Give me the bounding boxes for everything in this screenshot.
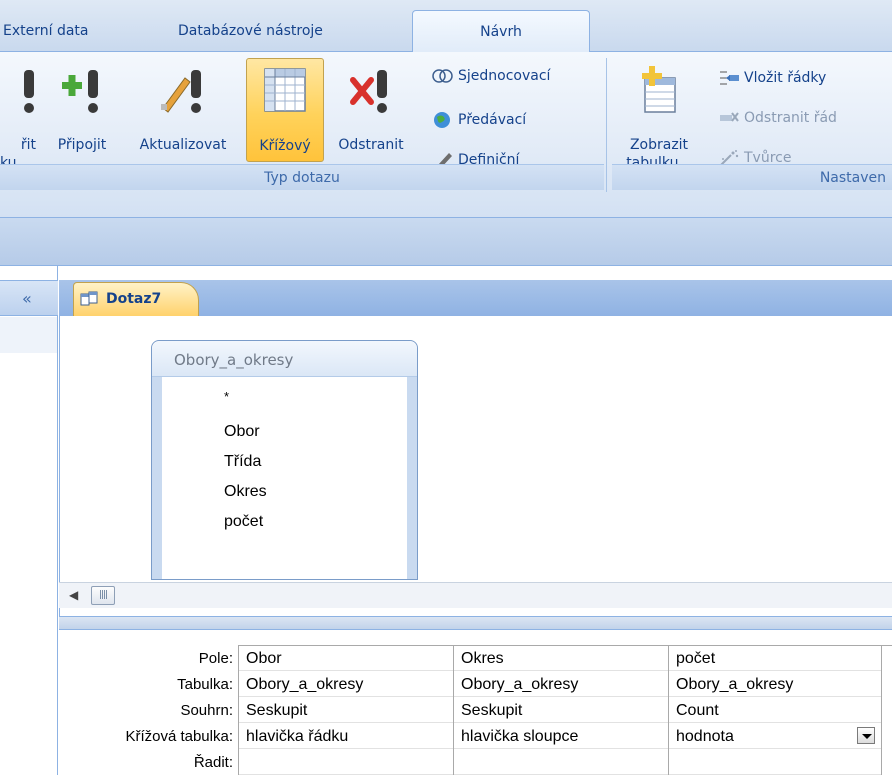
row-label-total: Souhrn: [180,702,233,719]
field-list-scrollbar[interactable] [407,377,417,579]
tab-database-tools[interactable]: Databázové nástroje [178,10,323,52]
crosstab-grid-icon [264,68,306,112]
field-list-item[interactable]: Obor [224,423,260,441]
query-design-grid: Pole: Tabulka: Souhrn: Křížová tabulka: … [59,630,892,775]
field-list-header[interactable]: Obory_a_okresy [152,341,417,377]
scroll-left-arrow-icon[interactable]: ◀ [69,588,78,602]
delete-query-button[interactable]: Odstranit [327,58,415,162]
grid-cell-total[interactable]: Count [669,698,881,723]
field-list-left-border [152,377,162,579]
horizontal-scrollbar[interactable]: ◀ |||| [59,582,892,608]
delete-rows-button[interactable]: Odstranit řád [718,106,837,130]
grid-cell-crosstab-active[interactable]: hodnota [669,724,881,749]
show-table-label-1: Zobrazit [629,137,689,153]
insert-rows-icon [720,71,739,85]
grid-cell-crosstab[interactable]: hlavička sloupce [454,724,668,749]
append-icon [62,70,98,113]
query-type-group-label: Typ dotazu [0,164,604,190]
row-label-sort: Řadit: [193,754,233,771]
grid-cell-table[interactable]: Obory_a_okresy [454,672,668,697]
collapse-chevron-icon[interactable]: « [22,289,32,308]
field-list-obory-a-okresy[interactable]: Obory_a_okresy * Obor Třída Okres počet [151,340,418,580]
grid-cell-field[interactable]: Obor [239,646,453,671]
crosstab-dropdown-button[interactable] [857,727,875,744]
tab-external-data[interactable]: Externí data [3,10,89,52]
setup-group-label: Nastaven [612,164,892,190]
make-table-button[interactable]: řit ku [0,58,40,171]
grid-cell-total[interactable]: Seskupit [454,698,668,723]
insert-rows-label: Vložit řádky [744,70,827,86]
grid-cell-total[interactable]: Seskupit [239,698,453,723]
union-rings-icon [432,69,453,83]
append-label: Připojit [57,137,107,153]
navigation-pane: « [0,266,58,775]
grid-cell-crosstab[interactable]: hlavička řádku [239,724,453,749]
pass-through-label: Předávací [458,112,527,128]
grid-column: Okres Obory_a_okresy Seskupit hlavička s… [454,646,669,775]
field-list-item[interactable]: * [224,389,229,404]
show-table-icon [642,66,676,113]
crosstab-button[interactable]: Křížový [246,58,324,162]
document-tab-dotaz7[interactable]: Dotaz7 [73,282,199,316]
grid-cells: Obor Obory_a_okresy Seskupit hlavička řá… [238,645,892,775]
grid-cell-table[interactable]: Obory_a_okresy [669,672,881,697]
grid-cell-field[interactable]: počet [669,646,881,671]
grid-column: počet Obory_a_okresy Count hodnota [669,646,882,775]
pane-splitter[interactable] [59,616,892,630]
tab-design[interactable]: Návrh [412,10,590,52]
make-table-label-1: řit [20,137,36,153]
pass-through-button[interactable]: Předávací [432,108,526,132]
group-separator [606,58,607,192]
update-pencil-icon [161,70,201,113]
document-tab-label: Dotaz7 [106,291,162,307]
globe-icon [434,112,450,128]
field-list-item[interactable]: Okres [224,483,267,501]
crosstab-value: hodnota [676,728,734,745]
chevron-down-icon [862,734,872,739]
append-button[interactable]: Připojit [43,58,121,162]
grid-column: Obor Obory_a_okresy Seskupit hlavička řá… [239,646,454,775]
delete-rows-icon [720,112,739,122]
grid-cell-sort[interactable] [454,750,668,775]
insert-rows-button[interactable]: Vložit řádky [718,66,826,90]
delete-query-label: Odstranit [338,137,404,153]
field-list-title: Obory_a_okresy [174,351,294,369]
navigation-pane-body [0,317,57,353]
show-table-button[interactable]: Zobrazit tabulku... [612,58,706,171]
message-bar [0,218,892,266]
navigation-pane-header: « [0,280,58,316]
ribbon: řit ku Připojit Aktualizovat Křížový Ods… [0,52,892,218]
field-list-item[interactable]: počet [224,513,263,531]
query-icon [80,291,98,306]
grid-cell-field[interactable]: Okres [454,646,668,671]
grid-cell-sort[interactable] [669,750,881,775]
union-label: Sjednocovací [458,68,551,84]
delete-rows-label: Odstranit řád [744,110,837,126]
row-label-table: Tabulka: [177,676,233,693]
union-button[interactable]: Sjednocovací [432,64,550,88]
field-list-item[interactable]: Třída [224,453,261,471]
grid-cell-sort[interactable] [239,750,453,775]
document-tab-strip: Dotaz7 [59,280,892,316]
update-button[interactable]: Aktualizovat [121,58,245,162]
row-label-crosstab: Křížová tabulka: [125,728,233,745]
grid-cell-table[interactable]: Obory_a_okresy [239,672,453,697]
delete-x-icon [350,70,387,113]
scrollbar-thumb[interactable]: |||| [91,586,115,605]
update-label: Aktualizovat [139,137,227,153]
crosstab-label: Křížový [259,138,311,154]
query-design-surface: Obory_a_okresy * Obor Třída Okres počet [59,316,892,616]
row-label-field: Pole: [198,650,233,667]
ribbon-tab-bar: Externí data Databázové nástroje Návrh [0,0,892,52]
